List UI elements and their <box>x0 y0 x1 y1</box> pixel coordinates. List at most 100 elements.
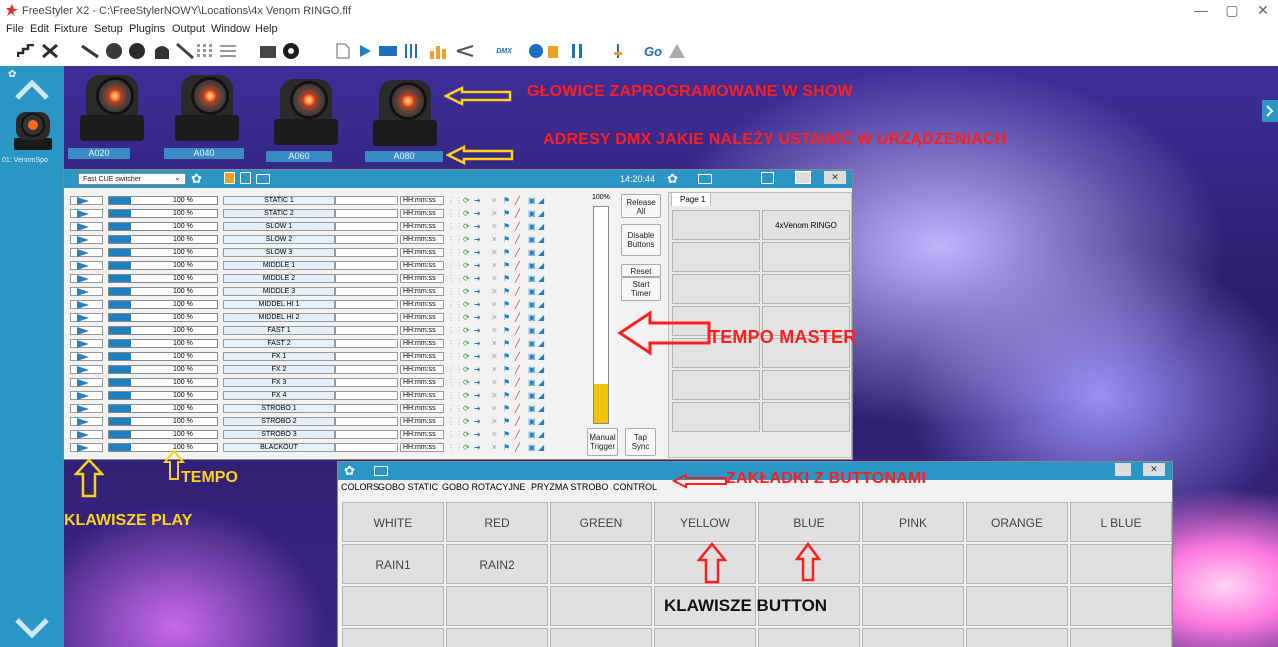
cue-dots-icon[interactable]: ⋮⋮ <box>447 391 463 400</box>
cue-play-button[interactable] <box>70 352 103 361</box>
cue-time-field[interactable]: HH:mm:ss <box>400 443 444 452</box>
cue-flag-icon[interactable]: ⚑ <box>503 378 510 387</box>
cue-forward-arrow-icon[interactable]: ➔ <box>474 196 481 205</box>
cue-time-field[interactable]: HH:mm:ss <box>400 391 444 400</box>
cue-time-field[interactable]: HH:mm:ss <box>400 417 444 426</box>
cue-speed-fader[interactable]: 100 % <box>108 248 218 257</box>
fixture-icon[interactable] <box>258 41 278 61</box>
cue-play-button[interactable] <box>70 378 103 387</box>
cue-dots-icon[interactable]: ⋮⋮ <box>447 235 463 244</box>
cue-dots-icon[interactable]: ⋮⋮ <box>447 365 463 374</box>
cue-play-button[interactable] <box>70 417 103 426</box>
color-button[interactable] <box>966 544 1068 584</box>
color-wheel-icon[interactable] <box>127 41 147 61</box>
pause-icon[interactable] <box>568 41 586 61</box>
gobo-wheel-icon[interactable] <box>104 41 124 61</box>
cue-flag-icon[interactable]: ⚑ <box>503 287 510 296</box>
cue-param-icon[interactable]: ▣ <box>528 300 536 309</box>
menu-plugins[interactable]: Plugins <box>129 23 165 35</box>
cue-loop-icon[interactable]: ⟳ <box>463 365 470 374</box>
cue-flag-icon[interactable]: ⚑ <box>503 417 510 426</box>
cue-loop-icon[interactable]: ⟳ <box>463 378 470 387</box>
cue-flag-icon[interactable]: ⚑ <box>503 222 510 231</box>
cue-loop-icon[interactable]: ⟳ <box>463 339 470 348</box>
fixture-head-3[interactable] <box>274 75 338 145</box>
cue-curve-icon[interactable]: ╱ <box>515 300 520 309</box>
color-button[interactable]: RAIN2 <box>446 544 548 584</box>
cue-ramp-icon[interactable]: ◢ <box>538 209 544 218</box>
cue-play-button[interactable] <box>70 404 103 413</box>
cue-play-button[interactable] <box>70 261 103 270</box>
cue-name[interactable]: MIDDLE 3 <box>223 287 335 296</box>
cue-curve-icon[interactable]: ╱ <box>515 443 520 452</box>
cue-curve-icon[interactable]: ╱ <box>515 261 520 270</box>
page-button[interactable] <box>762 402 850 432</box>
cue-play-button[interactable] <box>70 287 103 296</box>
cue-play-button[interactable] <box>70 339 103 348</box>
cue-time-field[interactable]: HH:mm:ss <box>400 404 444 413</box>
cue-dots-icon[interactable]: ⋮⋮ <box>447 209 463 218</box>
cue-curve-icon[interactable]: ╱ <box>515 417 520 426</box>
cue-play-button[interactable] <box>70 274 103 283</box>
cue-dots-icon[interactable]: ⋮⋮ <box>447 287 463 296</box>
color-button[interactable]: RED <box>446 502 548 542</box>
cue-param-icon[interactable]: ▣ <box>528 430 536 439</box>
cue-name[interactable]: FX 1 <box>223 352 335 361</box>
cue-cross-icon[interactable]: ✕ <box>491 430 498 439</box>
cue-loop-icon[interactable]: ⟳ <box>463 196 470 205</box>
page-button[interactable]: 4xVenom RINGO <box>762 210 850 240</box>
cue-cross-icon[interactable]: ✕ <box>491 443 498 452</box>
cue-time-field[interactable]: HH:mm:ss <box>400 300 444 309</box>
cue-param-icon[interactable]: ▣ <box>528 261 536 270</box>
cue-speed-fader[interactable]: 100 % <box>108 235 218 244</box>
cue-name[interactable]: STROBO 2 <box>223 417 335 426</box>
color-button[interactable]: YELLOW <box>654 502 756 542</box>
cue-time-field[interactable]: HH:mm:ss <box>400 222 444 231</box>
pan-tilt-icon[interactable] <box>455 41 475 61</box>
cue-param-icon[interactable]: ▣ <box>528 274 536 283</box>
menu-file[interactable]: File <box>6 23 24 35</box>
list-icon[interactable] <box>218 41 238 61</box>
menu-setup[interactable]: Setup <box>94 23 123 35</box>
cue-curve-icon[interactable]: ╱ <box>515 352 520 361</box>
page-button[interactable] <box>762 370 850 400</box>
cue-ramp-icon[interactable]: ◢ <box>538 326 544 335</box>
cue-ramp-icon[interactable]: ◢ <box>538 274 544 283</box>
cue-ramp-icon[interactable]: ◢ <box>538 365 544 374</box>
cue-ramp-icon[interactable]: ◢ <box>538 352 544 361</box>
scroll-down-chevron-icon[interactable] <box>14 616 50 645</box>
tempo-master-fader[interactable] <box>593 206 609 424</box>
cue-loop-icon[interactable]: ⟳ <box>463 300 470 309</box>
cue-forward-arrow-icon[interactable]: ➔ <box>474 417 481 426</box>
cue-cross-icon[interactable]: ✕ <box>491 248 498 257</box>
cue-flag-icon[interactable]: ⚑ <box>503 365 510 374</box>
page-button[interactable] <box>672 402 760 432</box>
cue-cross-icon[interactable]: ✕ <box>491 261 498 270</box>
cue-forward-arrow-icon[interactable]: ➔ <box>474 352 481 361</box>
cue-time-field[interactable]: HH:mm:ss <box>400 196 444 205</box>
cue-forward-arrow-icon[interactable]: ➔ <box>474 326 481 335</box>
cue-cross-icon[interactable]: ✕ <box>491 209 498 218</box>
cue-loop-icon[interactable]: ⟳ <box>463 430 470 439</box>
cue-forward-arrow-icon[interactable]: ➔ <box>474 391 481 400</box>
cue-param-icon[interactable]: ▣ <box>528 365 536 374</box>
tab-control[interactable]: CONTROL <box>613 482 657 492</box>
cue-speed-fader[interactable]: 100 % <box>108 339 218 348</box>
cue-name[interactable]: FX 2 <box>223 365 335 374</box>
cue-curve-icon[interactable]: ╱ <box>515 430 520 439</box>
color-button[interactable] <box>550 544 652 584</box>
cue-flag-icon[interactable]: ⚑ <box>503 209 510 218</box>
cue-play-button[interactable] <box>70 248 103 257</box>
cue-time-field[interactable]: HH:mm:ss <box>400 261 444 270</box>
cue-play-button[interactable] <box>70 235 103 244</box>
cue-forward-arrow-icon[interactable]: ➔ <box>474 313 481 322</box>
stairs-icon[interactable] <box>16 41 36 61</box>
cue-param-icon[interactable]: ▣ <box>528 417 536 426</box>
cue-forward-arrow-icon[interactable]: ➔ <box>474 209 481 218</box>
cue-cross-icon[interactable]: ✕ <box>491 196 498 205</box>
cue-time-field[interactable]: HH:mm:ss <box>400 352 444 361</box>
cue-play-button[interactable] <box>70 365 103 374</box>
cue-param-icon[interactable]: ▣ <box>528 313 536 322</box>
color-button[interactable]: BLUE <box>758 502 860 542</box>
cue-dots-icon[interactable]: ⋮⋮ <box>447 274 463 283</box>
